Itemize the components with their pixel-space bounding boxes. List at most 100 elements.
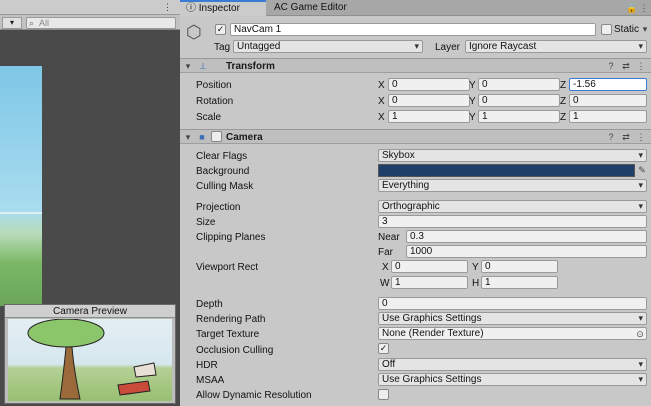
preview-tree-illustration [27,318,157,400]
msaa-label: MSAA [196,375,225,386]
near-label: Near [378,232,400,243]
rotation-x-input[interactable]: 0 [388,94,470,107]
background-label: Background [196,166,250,177]
camera-header[interactable]: ▾ ■ Camera ? ⇄ ⋮ [180,129,651,144]
scale-x-input[interactable]: 1 [388,110,470,123]
axis-x-label: X [378,96,385,107]
axis-x-label: X [378,112,385,123]
axis-z-label: Z [560,112,567,123]
rotation-y-input[interactable]: 0 [478,94,560,107]
scale-z-input[interactable]: 1 [569,110,647,123]
viewport-w-label: W [380,278,390,289]
scene-view-panel[interactable]: ⋮ ▾ ⌕ All Camera Preview [0,0,180,406]
axis-y-label: Y [469,96,476,107]
chevron-down-icon[interactable]: ▾ [183,132,193,142]
scene-viewport-image[interactable] [0,66,42,306]
axis-y-label: Y [469,80,476,91]
size-input[interactable]: 3 [378,215,647,228]
occlusion-culling-checkbox[interactable]: ✓ [378,343,389,354]
size-label: Size [196,217,216,228]
viewport-h-label: H [472,278,480,289]
dropdown-chevron-icon[interactable]: ▾ [2,17,22,29]
search-icon: ⌕ [29,18,35,28]
axis-z-label: Z [560,80,567,91]
viewport-w-input[interactable]: 1 [391,276,468,289]
target-texture-field[interactable]: None (Render Texture) [378,327,647,340]
projection-dropdown[interactable]: Orthographic [378,200,647,213]
axis-z-label: Z [560,96,567,107]
position-x-input[interactable]: 0 [388,78,470,91]
object-picker-icon[interactable]: ⊙ [635,329,645,339]
transform-title: Transform [226,61,275,72]
viewport-y-input[interactable]: 0 [481,260,558,273]
culling-mask-dropdown[interactable]: Everything [378,179,647,192]
viewport-y-label: Y [472,262,479,273]
eyedropper-icon[interactable]: ✎ [637,165,647,175]
preset-icon[interactable]: ⇄ [621,61,631,71]
chevron-down-icon[interactable]: ▾ [183,61,193,71]
camera-preview-image [8,318,172,401]
clear-flags-label: Clear Flags [196,151,248,162]
position-y-input[interactable]: 0 [478,78,560,91]
camera-title: Camera [226,132,263,143]
depth-input[interactable]: 0 [378,297,647,310]
far-clip-input[interactable]: 1000 [406,245,647,258]
more-options-icon[interactable]: ⋮ [636,132,646,142]
clipping-planes-label: Clipping Planes [196,232,266,243]
tag-dropdown[interactable]: Untagged [233,40,423,53]
scale-label: Scale [196,112,222,123]
more-options-icon[interactable]: ⋮ [636,61,646,71]
rotation-z-input[interactable]: 0 [569,94,647,107]
chevron-down-icon[interactable]: ▾ [640,24,650,34]
dynamic-resolution-checkbox[interactable] [378,389,389,400]
axis-x-label: X [378,80,385,91]
far-label: Far [378,247,393,258]
inspector-panel: ⓘ Inspector AC Game Editor 🔒 ⋮ ⬡ ✓ NavCa… [180,0,651,406]
dynamic-resolution-label: Allow Dynamic Resolution [196,390,312,401]
inspector-tab-bar: ⓘ Inspector AC Game Editor 🔒 ⋮ [180,0,651,16]
axis-y-label: Y [469,112,476,123]
msaa-dropdown[interactable]: Use Graphics Settings [378,373,647,386]
clear-flags-dropdown[interactable]: Skybox [378,149,647,162]
hdr-dropdown[interactable]: Off [378,358,647,371]
projection-label: Projection [196,202,241,213]
rendering-path-label: Rendering Path [196,314,266,325]
rotation-label: Rotation [196,96,234,107]
occlusion-culling-label: Occlusion Culling [196,345,274,356]
background-color-swatch[interactable] [378,164,635,177]
help-icon[interactable]: ? [606,132,616,142]
lock-icon[interactable]: 🔒 [626,3,637,13]
more-options-icon[interactable]: ⋮ [639,3,649,13]
layer-dropdown[interactable]: Ignore Raycast [465,40,647,53]
more-options-icon[interactable]: ⋮ [163,2,177,13]
viewport-h-input[interactable]: 1 [481,276,558,289]
help-icon[interactable]: ? [606,61,616,71]
cube-icon: ⬡ [186,22,202,42]
tag-label: Tag [214,42,231,53]
preset-icon[interactable]: ⇄ [621,132,631,142]
scale-y-input[interactable]: 1 [478,110,560,123]
scene-top-bar [0,0,180,15]
object-active-checkbox[interactable]: ✓ [215,24,226,35]
scene-search-input[interactable]: ⌕ All [26,17,176,29]
rendering-path-dropdown[interactable]: Use Graphics Settings [378,312,647,325]
hdr-label: HDR [196,360,218,371]
viewport-x-input[interactable]: 0 [391,260,468,273]
position-label: Position [196,80,232,91]
position-z-input[interactable]: -1.56 [569,78,647,91]
static-label: Static [614,24,640,35]
object-name-input[interactable]: NavCam 1 [230,23,596,36]
viewport-rect-label: Viewport Rect [196,262,259,273]
tab-ac-game-editor[interactable]: AC Game Editor [268,0,378,16]
camera-preview-window: Camera Preview [4,304,176,404]
transform-header[interactable]: ▾ ⟂ Transform ? ⇄ ⋮ [180,58,651,73]
viewport-x-label: X [382,262,389,273]
static-checkbox[interactable] [601,24,612,35]
camera-enabled-checkbox[interactable] [211,131,222,142]
near-clip-input[interactable]: 0.3 [406,230,647,243]
target-texture-label: Target Texture [196,329,260,340]
culling-mask-label: Culling Mask [196,181,254,192]
camera-preview-title: Camera Preview [5,305,175,318]
tab-inspector[interactable]: ⓘ Inspector [180,0,266,16]
camera-icon: ■ [199,132,205,142]
